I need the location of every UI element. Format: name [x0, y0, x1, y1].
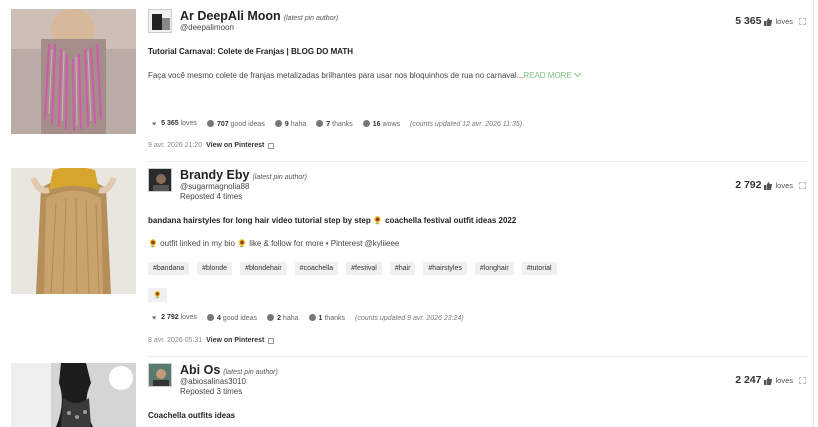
author-tag: (latest pin author)	[252, 174, 307, 181]
heart-icon: ♥	[152, 315, 157, 322]
lightbulb-icon	[206, 120, 214, 127]
hashtag[interactable]: #bandana	[148, 262, 190, 275]
pin-date: 8 avr. 2026 05:31	[148, 337, 203, 344]
stat-thanks: 7 thanks	[316, 120, 353, 128]
loves-summary: 2 247 loves	[735, 374, 806, 386]
author-tag: (latest pin author)	[283, 15, 339, 22]
loves-label: loves	[775, 375, 793, 385]
pin-meta: 9 avr. 2026 21:20 View on Pinterest	[148, 142, 275, 149]
stat-loves: ♥ 2 792 loves	[152, 314, 197, 322]
hashtag[interactable]: #hair	[389, 262, 416, 275]
external-link-icon	[268, 142, 275, 149]
hashtag[interactable]: #festival	[346, 262, 382, 275]
right-border	[813, 0, 814, 427]
avatar[interactable]	[148, 9, 172, 33]
view-on-pinterest-link[interactable]: View on Pinterest	[206, 337, 264, 344]
laugh-icon	[267, 314, 275, 321]
heart-icon: ♥	[152, 121, 157, 128]
avatar[interactable]	[148, 168, 172, 192]
pin-date: 9 avr. 2026 21:20	[148, 142, 203, 149]
repost-count: Reposted 4 times	[180, 192, 243, 201]
loves-summary: 2 792 loves	[735, 179, 806, 191]
loves-count: 2 792	[735, 179, 762, 191]
external-link-icon	[268, 337, 275, 344]
author-handle[interactable]: @sugarmagnolia88	[180, 182, 250, 191]
author-name[interactable]: Ar DeepAli Moon (latest pin author)	[180, 9, 338, 23]
repost-count: Reposted 3 times	[180, 387, 243, 396]
stat-wows: 16 wows	[362, 120, 400, 128]
view-on-pinterest-link[interactable]: View on Pinterest	[206, 142, 264, 149]
thanks-icon	[308, 314, 316, 321]
pin-image[interactable]	[11, 9, 136, 134]
pin-meta: 8 avr. 2026 05:31 View on Pinterest	[148, 337, 275, 344]
thanks-icon	[316, 120, 324, 127]
thumbs-up-icon	[764, 376, 773, 385]
hashtag[interactable]: #blonde	[197, 262, 233, 275]
author-handle[interactable]: @abiosalinas3010	[180, 377, 246, 386]
emoji-tag[interactable]: 🌻	[148, 288, 167, 302]
expand-icon[interactable]	[799, 181, 806, 189]
loves-summary: 5 365 loves	[735, 15, 806, 27]
pin-title: Coachella outfits ideas	[148, 411, 236, 420]
pin-image[interactable]	[11, 363, 136, 427]
stat-haha: 9 haha	[274, 120, 306, 128]
hashtag[interactable]: #tutorial	[521, 262, 557, 275]
counts-updated: (counts updated 9 avr. 2026 23:24)	[354, 314, 464, 322]
loves-label: loves	[775, 16, 793, 26]
stat-loves: ♥ 5 365 loves	[152, 120, 197, 128]
author-tag: (latest pin author)	[223, 369, 278, 376]
author-handle[interactable]: @deepalimoon	[180, 23, 234, 32]
pin-description: Faça você mesmo colete de franjas metali…	[148, 69, 581, 80]
expand-icon[interactable]	[799, 17, 806, 25]
divider	[148, 356, 808, 357]
loves-count: 2 247	[735, 374, 762, 386]
counts-updated: (counts updated 12 avr. 2026 11:35)	[410, 120, 523, 128]
stat-haha: 2 haha	[267, 314, 299, 322]
lightbulb-icon	[206, 314, 214, 321]
hashtag[interactable]: #hairstyles	[423, 262, 467, 275]
stat-thanks: 1 thanks	[308, 314, 345, 322]
pin-title: bandana hairstyles for long hair video t…	[148, 216, 517, 225]
laugh-icon	[274, 120, 282, 127]
thumbs-up-icon	[764, 17, 773, 26]
hashtag[interactable]: #longhair	[474, 262, 514, 275]
loves-label: loves	[775, 180, 793, 190]
bandana-hair-photo	[11, 168, 136, 294]
divider	[148, 161, 808, 162]
wow-icon	[362, 120, 370, 127]
fringe-vest-photo	[11, 9, 136, 134]
hashtag[interactable]: #coachella	[294, 262, 339, 275]
expand-icon[interactable]	[799, 376, 806, 384]
loves-count: 5 365	[735, 15, 762, 27]
read-more-link[interactable]: READ MORE	[523, 69, 581, 80]
pin-title: Tutorial Carnaval: Colete de Franjas | B…	[148, 47, 354, 56]
avatar[interactable]	[148, 363, 172, 387]
hashtag[interactable]: #blondehair	[240, 262, 287, 275]
pin-stats: ♥ 2 792 loves 4 good ideas 2 haha 1 than…	[152, 314, 464, 322]
pin-image[interactable]	[11, 168, 136, 294]
author-name[interactable]: Brandy Eby (latest pin author)	[180, 168, 307, 182]
stat-good-ideas: 707 good ideas	[206, 120, 265, 128]
stat-good-ideas: 4 good ideas	[206, 314, 257, 322]
pin-description: 🌻 outfit linked in my bio 🌻 like & follo…	[148, 239, 400, 248]
coachella-outfit-photo	[11, 363, 136, 427]
hashtag-list: #bandana #blonde #blondehair #coachella …	[148, 262, 557, 275]
thumbs-up-icon	[764, 181, 773, 190]
pin-stats: ♥ 5 365 loves 707 good ideas 9 haha 7 th…	[152, 120, 522, 128]
author-name[interactable]: Abi Os (latest pin author)	[180, 363, 278, 377]
chevron-down-icon	[573, 69, 581, 78]
